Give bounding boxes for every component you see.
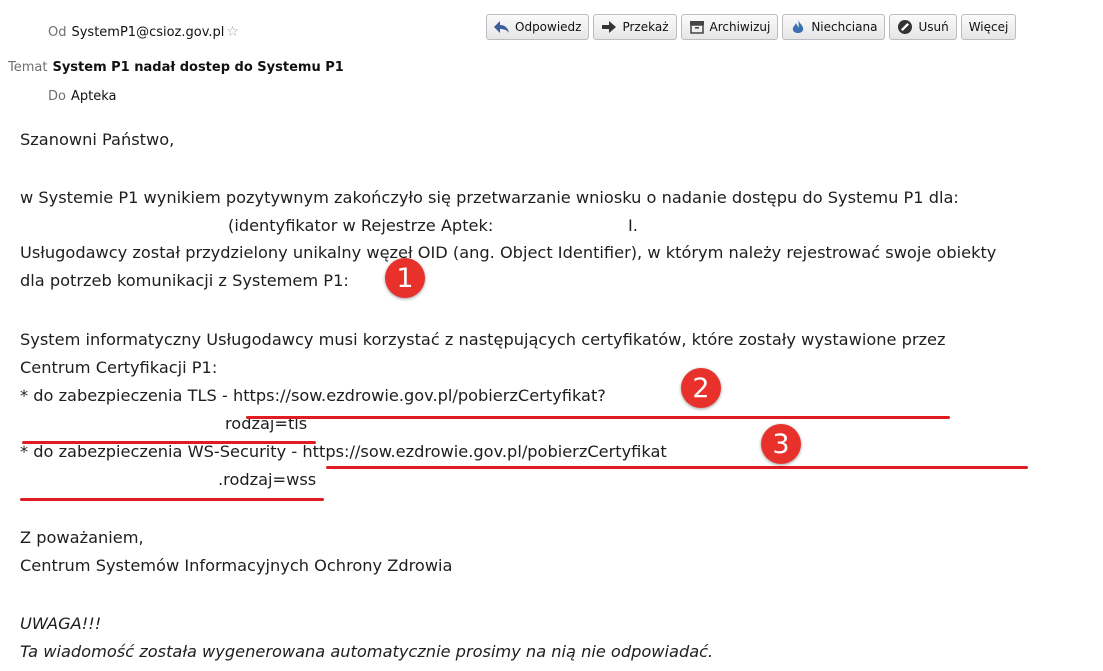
message-toolbar: Odpowiedz Przekaż Archiwizuj Niechciana … xyxy=(486,14,1017,40)
from-address[interactable]: SystemP1@csioz.gov.pl xyxy=(71,25,224,40)
reply-label: Odpowiedz xyxy=(515,20,582,34)
tls-cert-prefix: * do zabezpieczenia TLS - xyxy=(20,386,233,405)
to-label: Do xyxy=(48,89,66,104)
flame-icon xyxy=(790,19,806,35)
delete-label: Usuń xyxy=(918,20,949,34)
archive-icon xyxy=(689,19,705,35)
wss-cert-param[interactable]: .rodzaj=wss xyxy=(218,470,316,489)
star-icon[interactable]: ☆ xyxy=(226,24,239,40)
signature: Centrum Systemów Informacyjnych Ochrony … xyxy=(20,556,453,575)
subject-label: Temat xyxy=(8,60,48,75)
warning-text: Ta wiadomość została wygenerowana automa… xyxy=(20,642,714,661)
tls-param-underline xyxy=(22,441,316,444)
wss-param-underline xyxy=(20,498,324,501)
to-row: Do Apteka xyxy=(48,89,116,104)
wss-cert-line: * do zabezpieczenia WS-Security - https:… xyxy=(20,442,667,461)
closing: Z poważaniem, xyxy=(20,528,144,547)
greeting: Szanowni Państwo, xyxy=(20,130,175,149)
paragraph-1-line-1: w Systemie P1 wynikiem pozytywnym zakońc… xyxy=(20,188,959,207)
wss-cert-prefix: * do zabezpieczenia WS-Security - xyxy=(20,442,303,461)
to-value[interactable]: Apteka xyxy=(71,89,117,104)
paragraph-1-line-4: dla potrzeb komunikacji z Systemem P1: xyxy=(20,271,349,290)
warning-title: UWAGA!!! xyxy=(20,614,102,633)
paragraph-2-line-1: System informatyczny Usługodawcy musi ko… xyxy=(20,330,946,349)
wss-cert-link[interactable]: https://sow.ezdrowie.gov.pl/pobierzCerty… xyxy=(302,442,666,461)
forward-button[interactable]: Przekaż xyxy=(593,14,677,40)
subject-row: Temat System P1 nadał dostep do Systemu P… xyxy=(8,60,344,75)
tls-cert-link[interactable]: https://sow.ezdrowie.gov.pl/pobierzCerty… xyxy=(233,386,606,405)
delete-button[interactable]: Usuń xyxy=(889,14,957,40)
more-button[interactable]: Więcej xyxy=(960,14,1017,40)
subject-value: System P1 nadał dostep do Systemu P1 xyxy=(52,60,344,75)
junk-label: Niechciana xyxy=(811,20,878,34)
paragraph-2-line-2: Centrum Certyfikacji P1: xyxy=(20,358,218,377)
junk-button[interactable]: Niechciana xyxy=(782,14,886,40)
reply-button[interactable]: Odpowiedz xyxy=(486,14,590,40)
paragraph-1-line-2-end: I. xyxy=(628,216,638,235)
delete-icon xyxy=(897,19,913,35)
paragraph-1-line-3: Usługodawcy został przydzielony unikalny… xyxy=(20,243,997,262)
archive-label: Archiwizuj xyxy=(709,20,771,34)
from-row: Od SystemP1@csioz.gov.pl ☆ xyxy=(48,24,239,40)
message-header: Od SystemP1@csioz.gov.pl ☆ Temat System P1 … xyxy=(0,0,1103,110)
paragraph-1-line-2: (identyfikator w Rejestrze Aptek: xyxy=(228,216,494,235)
more-label: Więcej xyxy=(968,20,1009,34)
tls-cert-line: * do zabezpieczenia TLS - https://sow.ez… xyxy=(20,386,606,405)
forward-icon xyxy=(601,19,617,35)
wss-link-underline xyxy=(326,466,1028,469)
tls-link-underline xyxy=(246,416,950,419)
annotation-badge-3: 3 xyxy=(761,424,801,464)
from-label: Od xyxy=(48,25,67,40)
annotation-badge-2: 2 xyxy=(681,368,721,408)
annotation-badge-1: 1 xyxy=(385,258,425,298)
forward-label: Przekaż xyxy=(622,20,669,34)
archive-button[interactable]: Archiwizuj xyxy=(680,14,779,40)
reply-icon xyxy=(494,19,510,35)
